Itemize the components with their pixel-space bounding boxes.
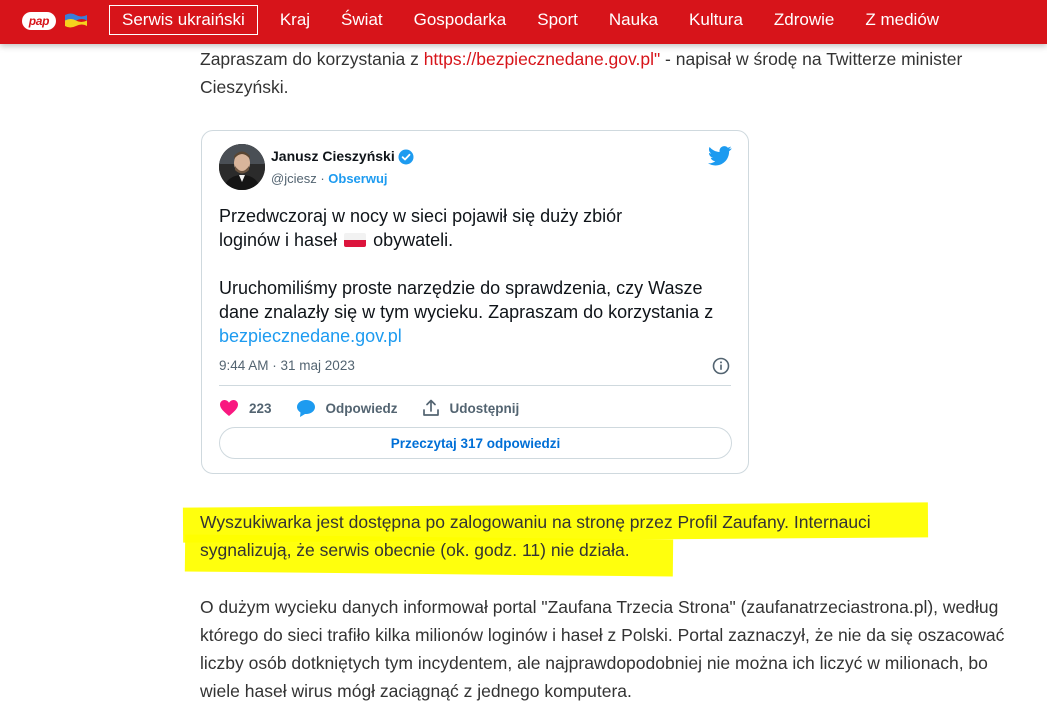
read-replies-button[interactable]: Przeczytaj 317 odpowiedzi [219,427,732,459]
handle-separator: · [316,171,329,186]
share-icon [422,399,439,416]
like-button[interactable]: 223 [219,399,272,417]
share-button[interactable]: Udostępnij [422,399,520,417]
top-navigation-bar: pap Serwis ukraiński Kraj Świat Gospodar… [0,0,1047,44]
reply-label: Odpowiedz [325,400,398,416]
article-paragraph-3: O dużym wycieku danych informował portal… [200,597,1005,701]
tweet-text: obywateli. [368,230,454,250]
tweet-timestamp[interactable]: 9:44 AM · 31 maj 2023 [219,358,355,373]
nav-gospodarka[interactable]: Gospodarka [414,10,507,30]
info-icon[interactable] [712,357,730,375]
tweet-body: Przedwczoraj w nocy w sieci pojawił się … [219,204,719,348]
divider [219,385,731,386]
twitter-bird-icon[interactable] [708,146,732,166]
nav-kraj[interactable]: Kraj [280,10,310,30]
verified-badge-icon [398,149,414,165]
tweet-text-line: Przedwczoraj w nocy w sieci pojawił się … [219,206,623,226]
article-paragraph-highlighted: Wyszukiwarka jest dostępna po zalogowani… [200,512,871,560]
reply-button[interactable]: Odpowiedz [296,399,398,417]
article-paragraph-1: Zapraszam do korzystania z https://bezpi… [200,45,1000,101]
poland-flag-icon [344,233,367,247]
share-label: Udostępnij [449,400,520,416]
tweet-text: loginów i haseł [219,230,343,250]
pap-logo[interactable]: pap [22,12,56,30]
embedded-tweet: Janusz Cieszyński @jciesz · Obserwuj Prz… [201,130,749,474]
tweet-actions: 223 Odpowiedz Udostępnij [219,397,543,419]
paragraph-text: Zapraszam do korzystania z [200,49,424,69]
heart-icon [220,400,238,416]
follow-button[interactable]: Obserwuj [328,171,387,186]
bezpiecznedane-link[interactable]: https://bezpiecznedane.gov.pl" [424,49,660,69]
pap-logo-text: pap [28,14,50,28]
nav-nauka[interactable]: Nauka [609,10,658,30]
tweet-handle-row: @jciesz · Obserwuj [271,171,388,186]
avatar[interactable] [219,144,265,190]
like-count: 223 [249,400,272,416]
tweet-link[interactable]: bezpiecznedane.gov.pl [219,326,402,346]
avatar-photo-icon [219,144,265,190]
nav-zdrowie[interactable]: Zdrowie [774,10,834,30]
tweet-text-line: loginów i haseł obywateli. [219,228,719,252]
tweet-author-name[interactable]: Janusz Cieszyński [271,148,395,164]
nav-swiat[interactable]: Świat [341,10,383,30]
reply-bubble-icon [296,400,315,417]
tweet-text-paragraph: Uruchomiliśmy proste narzędzie do sprawd… [219,276,719,348]
ukraine-flag-icon [65,13,87,28]
nav-serwis-ukrainski[interactable]: Serwis ukraiński [109,5,258,35]
main-nav: Serwis ukraiński Kraj Świat Gospodarka S… [109,5,970,35]
nav-kultura[interactable]: Kultura [689,10,743,30]
tweet-text: Uruchomiliśmy proste narzędzie do sprawd… [219,278,714,322]
tweet-handle[interactable]: @jciesz [271,171,317,186]
nav-z-mediow[interactable]: Z mediów [865,10,939,30]
nav-sport[interactable]: Sport [537,10,578,30]
